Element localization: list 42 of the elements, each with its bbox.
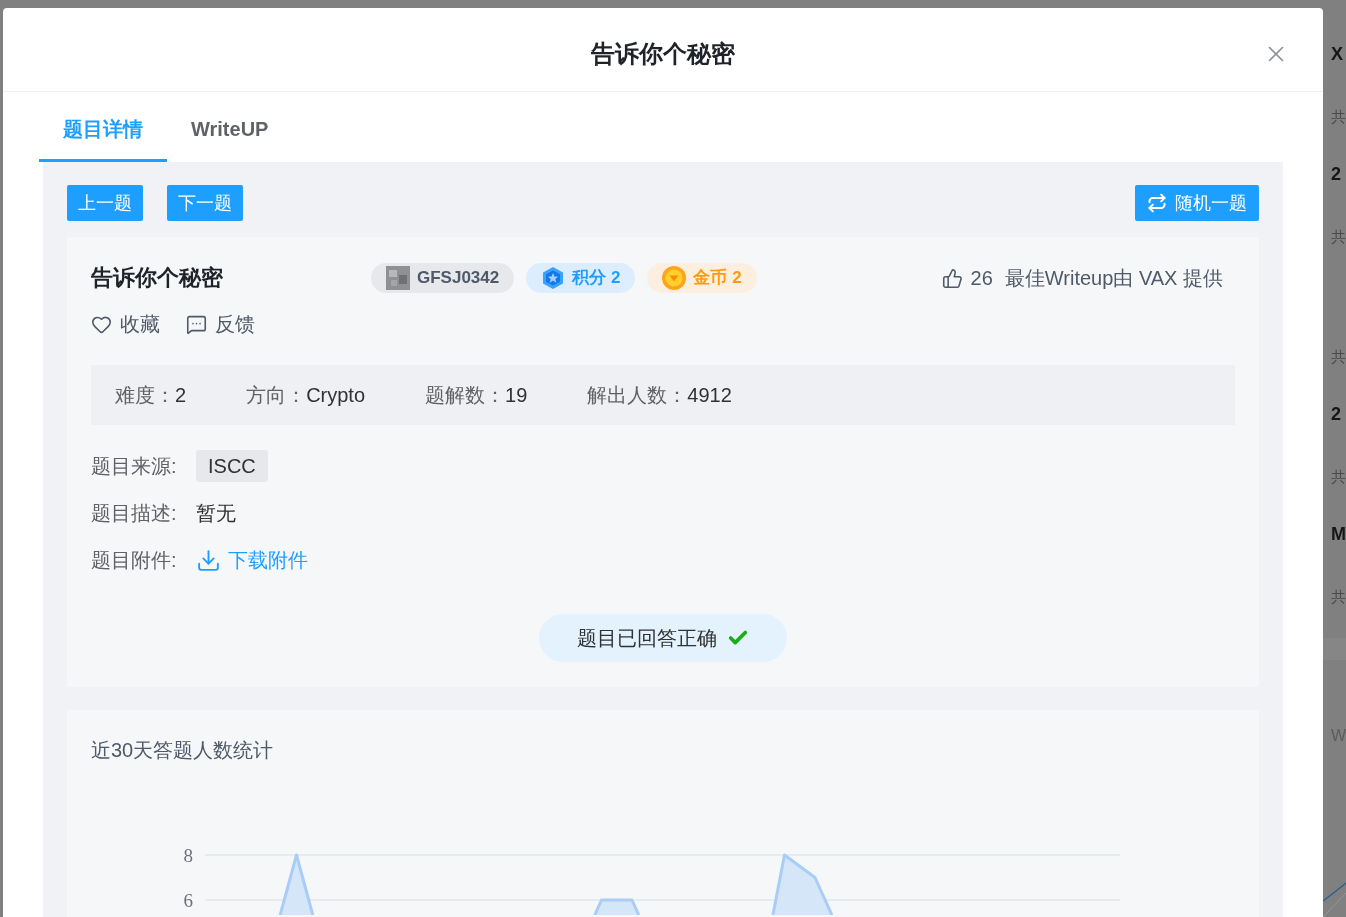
- like-button[interactable]: 26: [941, 266, 993, 290]
- background-card-title: X: [1331, 43, 1343, 66]
- tag-label: 金币 2: [693, 268, 742, 288]
- thumbs-up-icon: [941, 267, 963, 289]
- thumbnail-icon: [386, 266, 410, 290]
- status-text: 题目已回答正确: [577, 625, 717, 651]
- background-card-title: 2: [1331, 403, 1341, 426]
- download-link[interactable]: 下载附件: [196, 546, 308, 574]
- background-card-title: 2: [1331, 163, 1341, 186]
- stat-label: 题解数：: [425, 382, 506, 408]
- coin-icon: [662, 266, 687, 290]
- stat-value: Crypto: [306, 383, 366, 407]
- source-tag: ISCC: [196, 450, 268, 482]
- feedback-button[interactable]: 反馈: [186, 310, 255, 338]
- comment-icon: [186, 313, 207, 335]
- stat-value: 4912: [687, 383, 732, 407]
- tab[interactable]: WriteUP: [167, 92, 293, 162]
- axis-tick-label: 8: [183, 844, 193, 866]
- nav-button[interactable]: 上一题: [67, 185, 143, 221]
- background-card-title: M: [1331, 523, 1346, 546]
- repeat-icon: [1147, 193, 1167, 213]
- chart-title: 近30天答题人数统计: [91, 738, 274, 763]
- info-label: 题目附件:: [91, 547, 178, 573]
- stat-value: 19: [505, 383, 528, 407]
- tag-label: 积分 2: [572, 268, 621, 288]
- challenge-title: 告诉你个秘密: [91, 264, 224, 292]
- axis-tick-label: 6: [183, 889, 193, 911]
- info-label: 题目描述:: [91, 500, 178, 526]
- best-writeup-text: 最佳Writeup由 VAX 提供: [1004, 265, 1223, 291]
- description-text: 暂无: [196, 500, 236, 526]
- download-icon: [196, 547, 221, 573]
- stat-label: 解出人数：: [587, 382, 688, 408]
- random-button[interactable]: 随机一题: [1135, 185, 1259, 221]
- stat-value: 2: [175, 383, 187, 407]
- dialog-title: 告诉你个秘密: [591, 38, 735, 69]
- favorite-button[interactable]: 收藏: [91, 310, 160, 338]
- tag-label: GFSJ0342: [417, 268, 500, 288]
- star-hexagon-icon: [541, 266, 566, 290]
- stat-label: 方向：: [246, 382, 307, 408]
- info-label: 题目来源:: [91, 453, 178, 479]
- nav-button[interactable]: 下一题: [167, 185, 243, 221]
- stat-label: 难度：: [115, 382, 175, 408]
